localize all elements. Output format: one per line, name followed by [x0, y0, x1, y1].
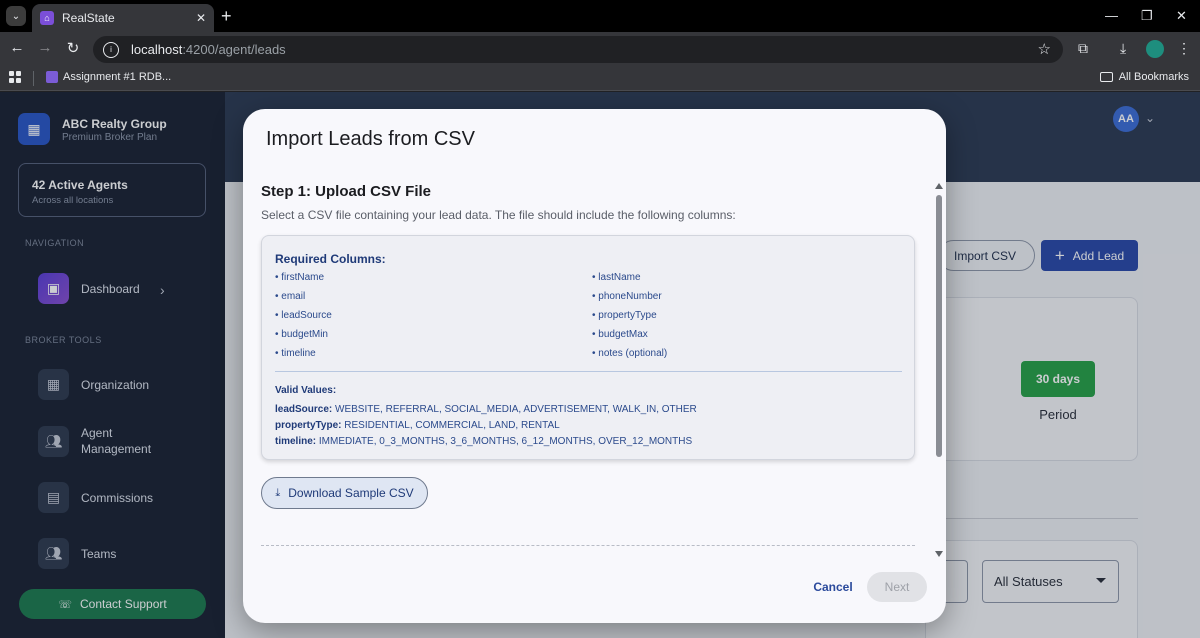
all-bookmarks[interactable]: All Bookmarks	[1099, 71, 1189, 83]
scroll-down-arrow-icon[interactable]	[935, 551, 943, 557]
bookmark-star-icon[interactable]: ☆	[1038, 40, 1051, 58]
column-item: • budgetMax	[592, 329, 648, 340]
extensions-icon[interactable]: ⧉	[1078, 40, 1088, 57]
download-sample-label: Download Sample CSV	[288, 486, 414, 500]
close-icon[interactable]: ✕	[196, 11, 206, 25]
column-item: • notes (optional)	[592, 348, 668, 359]
folder-icon	[1099, 72, 1113, 82]
step-description: Select a CSV file containing your lead d…	[261, 208, 736, 222]
download-sample-csv-button[interactable]: ⤓ Download Sample CSV	[261, 477, 428, 509]
reload-icon[interactable]: ↻	[63, 39, 83, 57]
step-title: Step 1: Upload CSV File	[261, 183, 432, 200]
new-tab-icon[interactable]: +	[221, 6, 232, 26]
back-icon[interactable]: ←	[7, 39, 27, 56]
url-path: :4200/agent/leads	[182, 42, 286, 57]
browser-toolbar: ← → ↻ i localhost:4200/agent/leads ☆ ⧉ ⤓…	[0, 32, 1200, 66]
valid-values-line: timeline: IMMEDIATE, 0_3_MONTHS, 3_6_MON…	[275, 436, 692, 447]
dialog-body: Step 1: Upload CSV File Select a CSV fil…	[243, 173, 946, 568]
apps-grid-icon[interactable]	[9, 71, 21, 83]
valid-values: RESIDENTIAL, COMMERCIAL, LAND, RENTAL	[344, 420, 560, 431]
required-columns-box: Required Columns: • firstName • email • …	[261, 235, 915, 460]
url-host: localhost	[131, 42, 183, 57]
valid-values: IMMEDIATE, 0_3_MONTHS, 3_6_MONTHS, 6_12_…	[318, 436, 693, 447]
column-item: • firstName	[275, 272, 325, 283]
bookmarks-divider	[33, 71, 34, 86]
valid-key: propertyType:	[275, 420, 342, 431]
site-info-icon[interactable]: i	[103, 41, 119, 58]
window-close-icon[interactable]: ✕	[1176, 8, 1187, 24]
valid-values-title: Valid Values:	[275, 385, 337, 396]
bookmark-favicon-icon	[46, 71, 58, 83]
bookmark-item[interactable]: Assignment #1 RDB...	[46, 71, 171, 83]
column-item: • lastName	[592, 272, 641, 283]
download-icon[interactable]: ⤓	[1120, 40, 1126, 57]
scrollbar-thumb[interactable]	[936, 195, 942, 457]
valid-values: WEBSITE, REFERRAL, SOCIAL_MEDIA, ADVERTI…	[335, 404, 697, 415]
valid-values-line: leadSource: WEBSITE, REFERRAL, SOCIAL_ME…	[275, 404, 697, 415]
tab-title: RealState	[62, 11, 115, 25]
divider	[275, 371, 902, 372]
browser-tab[interactable]: ⌂ RealState ✕	[32, 4, 214, 32]
home-icon: ⌂	[40, 11, 54, 25]
all-bookmarks-label: All Bookmarks	[1118, 71, 1189, 83]
valid-key: leadSource:	[275, 404, 333, 415]
dialog-title: Import Leads from CSV	[266, 128, 475, 150]
restore-icon[interactable]: ❐	[1141, 8, 1153, 24]
import-leads-dialog: Import Leads from CSV Step 1: Upload CSV…	[243, 109, 946, 623]
column-item: • leadSource	[275, 310, 332, 321]
column-item: • propertyType	[592, 310, 657, 321]
more-menu-icon[interactable]: ⋮	[1177, 40, 1191, 57]
tab-search-icon[interactable]: ⌄	[6, 6, 26, 26]
column-item: • email	[275, 291, 306, 302]
forward-icon[interactable]: →	[35, 39, 55, 56]
csv-drop-zone[interactable]	[261, 545, 915, 568]
browser-tabstrip: ⌄ ⌂ RealState ✕ + — ❐ ✕	[0, 0, 1200, 32]
valid-values-line: propertyType: RESIDENTIAL, COMMERCIAL, L…	[275, 420, 560, 431]
profile-avatar[interactable]	[1146, 40, 1164, 58]
bookmarks-bar: Assignment #1 RDB... All Bookmarks	[0, 66, 1200, 91]
next-button[interactable]: Next	[867, 572, 927, 602]
column-item: • phoneNumber	[592, 291, 662, 302]
required-columns-title: Required Columns:	[275, 252, 386, 266]
app-viewport: ▦ ABC Realty Group Premium Broker Plan 4…	[0, 92, 1200, 638]
column-item: • timeline	[275, 348, 316, 359]
scroll-up-arrow-icon[interactable]	[935, 183, 943, 189]
cancel-button[interactable]: Cancel	[808, 577, 858, 597]
bookmark-label: Assignment #1 RDB...	[63, 71, 172, 83]
column-item: • budgetMin	[275, 329, 328, 340]
valid-key: timeline:	[275, 436, 317, 447]
minimize-icon[interactable]: —	[1105, 8, 1118, 23]
address-bar[interactable]: i localhost:4200/agent/leads ☆	[93, 36, 1063, 63]
download-icon: ⤓	[275, 486, 281, 499]
